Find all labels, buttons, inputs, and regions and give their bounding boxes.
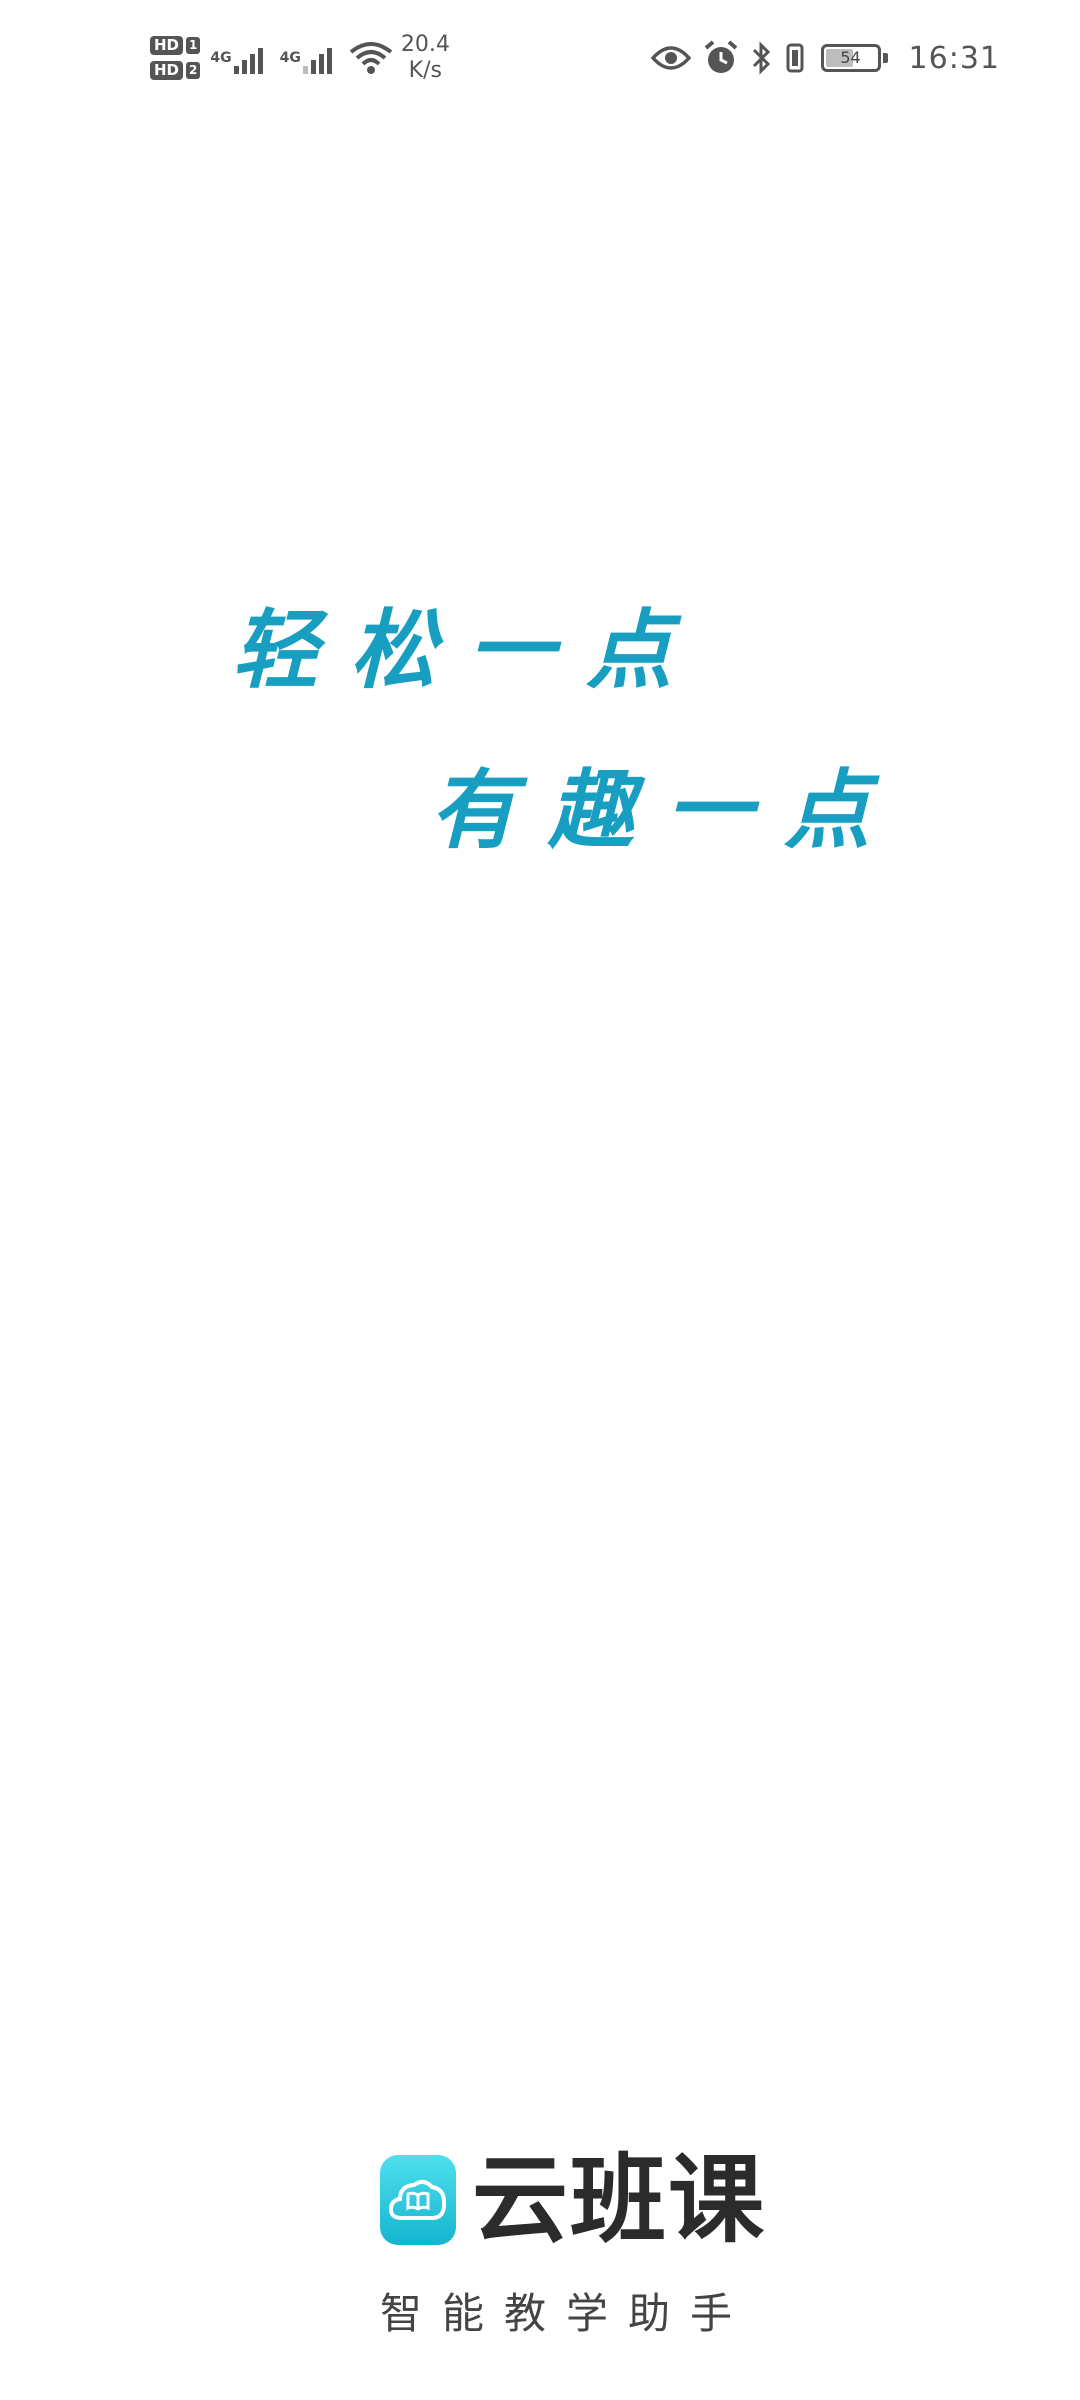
cloud-book-icon xyxy=(388,2180,447,2220)
app-logo xyxy=(380,2155,456,2245)
network-1-label: 4G xyxy=(210,50,232,66)
battery-level: 54 xyxy=(840,48,861,67)
sim2-number: 2 xyxy=(186,62,201,79)
brand-footer: 云班课 智能教学助手 xyxy=(0,2150,1080,2350)
brand-row: 云班课 xyxy=(380,2150,766,2250)
speed-value: 20.4 xyxy=(400,32,450,57)
app-name: 云班课 xyxy=(472,2144,766,2256)
app-tagline: 智能教学助手 xyxy=(380,2289,753,2338)
slogan-line-2: 有趣一点 xyxy=(430,760,902,861)
status-bar: HD 1 HD 2 4G 4G 20.4 K/s 54 16:31 xyxy=(0,0,1080,120)
wifi-icon xyxy=(349,42,393,74)
hd-badge-2: HD xyxy=(150,61,184,80)
splash-slogan: 轻松一点 有趣一点 xyxy=(0,540,1080,870)
battery-icon: 54 xyxy=(820,44,888,72)
bluetooth-icon xyxy=(752,41,770,75)
sim1-indicator: HD 1 xyxy=(150,36,201,55)
alarm-icon xyxy=(704,40,737,73)
network-2: 4G xyxy=(280,42,337,74)
vibrate-icon xyxy=(786,43,804,73)
signal-icon xyxy=(233,48,263,74)
hd-badge-1: HD xyxy=(150,36,184,55)
status-time: 16:31 xyxy=(908,40,1000,76)
signal-icon xyxy=(302,48,332,74)
eye-icon xyxy=(650,46,691,70)
sim-indicators: HD 1 HD 2 xyxy=(150,36,201,80)
status-left: HD 1 HD 2 4G 4G 20.4 K/s xyxy=(150,26,450,90)
sim2-indicator: HD 2 xyxy=(150,61,201,80)
network-2-label: 4G xyxy=(279,50,301,66)
network-speed: 20.4 K/s xyxy=(401,32,450,84)
sim1-number: 1 xyxy=(186,37,201,54)
speed-unit: K/s xyxy=(408,58,442,83)
slogan-line-1: 轻松一点 xyxy=(232,600,704,701)
status-right: 54 16:31 xyxy=(650,30,1000,86)
network-1: 4G xyxy=(210,42,267,74)
